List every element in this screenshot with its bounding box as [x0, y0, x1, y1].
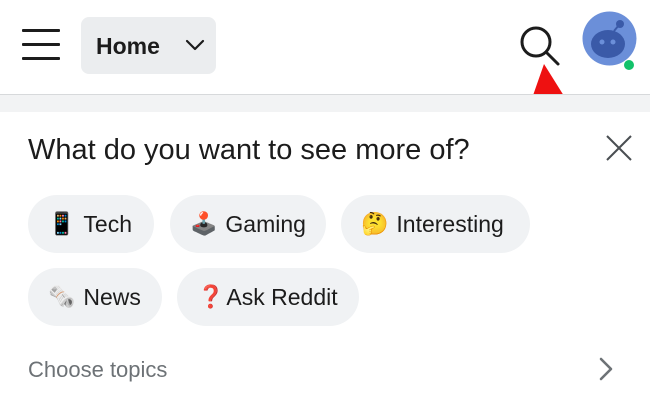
- chevron-down-icon: [185, 39, 205, 51]
- card-title: What do you want to see more of?: [28, 134, 470, 166]
- newspaper-icon: 🗞️: [48, 284, 76, 309]
- topic-label: News: [83, 283, 141, 310]
- menu-line: [22, 43, 60, 46]
- online-status-dot: [623, 59, 635, 71]
- topic-chip-ask-reddit[interactable]: ❓ Ask Reddit: [177, 268, 359, 326]
- thinking-face-icon: 🤔: [361, 211, 389, 236]
- topic-chip-news[interactable]: 🗞️ News: [28, 268, 162, 326]
- close-icon[interactable]: [604, 133, 634, 163]
- section-divider: [0, 94, 650, 112]
- search-icon[interactable]: [518, 25, 562, 69]
- top-bar: Home: [0, 0, 650, 94]
- choose-topics-label: Choose topics: [28, 357, 168, 382]
- phone-icon: 📱: [48, 211, 76, 236]
- avatar[interactable]: [582, 11, 637, 66]
- chevron-right-icon: [599, 357, 613, 381]
- topic-label: Interesting: [396, 210, 504, 237]
- hamburger-menu-icon[interactable]: [22, 27, 60, 61]
- feed-selector-button[interactable]: Home: [81, 17, 216, 74]
- menu-line: [22, 57, 60, 60]
- question-mark-icon: ❓: [197, 284, 225, 309]
- topic-label: Gaming: [225, 210, 306, 237]
- joystick-icon: 🕹️: [190, 211, 218, 236]
- topic-chip-interesting[interactable]: 🤔 Interesting: [341, 195, 530, 253]
- menu-line: [22, 29, 60, 32]
- choose-topics-row[interactable]: Choose topics: [0, 348, 650, 392]
- feed-selector-label: Home: [96, 33, 160, 59]
- topic-label: Ask Reddit: [226, 283, 338, 310]
- topic-chip-gaming[interactable]: 🕹️ Gaming: [170, 195, 326, 253]
- topic-chip-tech[interactable]: 📱 Tech: [28, 195, 154, 253]
- topic-label: Tech: [83, 210, 132, 237]
